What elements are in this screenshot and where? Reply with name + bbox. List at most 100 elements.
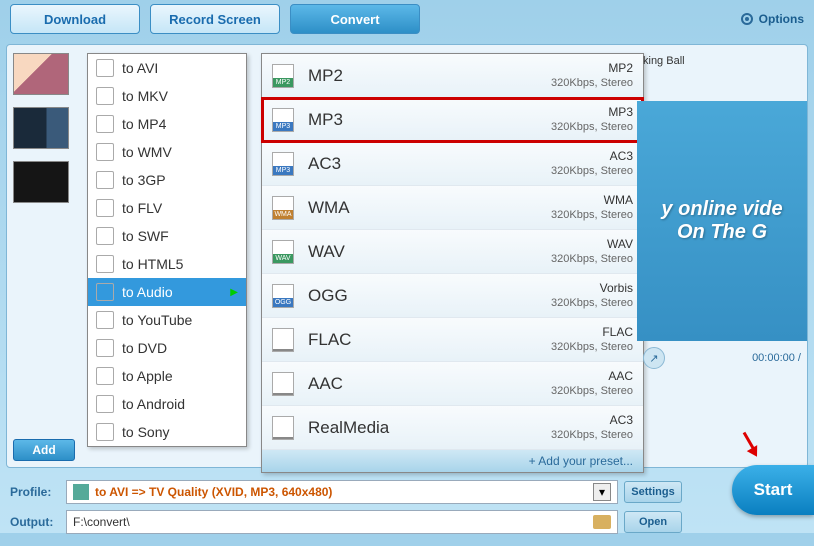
- format-category-item[interactable]: to YouTube: [88, 306, 246, 334]
- format-label: to MP4: [122, 116, 166, 132]
- format-icon: [96, 423, 114, 441]
- format-category-item[interactable]: to Audio ▶: [88, 278, 246, 306]
- audio-format-item[interactable]: AC3AC3320Kbps, Stereo: [262, 142, 643, 186]
- format-label: to Audio: [122, 284, 173, 300]
- file-type-icon: [272, 64, 294, 88]
- add-button[interactable]: Add: [13, 439, 75, 461]
- audio-format-item[interactable]: OGGVorbis320Kbps, Stereo: [262, 274, 643, 318]
- output-field[interactable]: F:\convert\: [66, 510, 618, 534]
- play-button[interactable]: ↗: [643, 347, 665, 369]
- audio-format-item[interactable]: RealMediaAC3320Kbps, Stereo: [262, 406, 643, 450]
- format-icon: [96, 171, 114, 189]
- format-label: to 3GP: [122, 172, 166, 188]
- audio-format-menu: MP2MP2320Kbps, StereoMP3MP3320Kbps, Ster…: [261, 53, 644, 473]
- thumbnail-list: [13, 53, 77, 215]
- tab-convert[interactable]: Convert: [290, 4, 420, 34]
- format-icon: [96, 367, 114, 385]
- format-icon: [96, 283, 114, 301]
- format-category-item[interactable]: to SWF: [88, 222, 246, 250]
- format-category-item[interactable]: to FLV: [88, 194, 246, 222]
- file-type-icon: [272, 152, 294, 176]
- format-name: MP3: [308, 110, 551, 130]
- format-label: to Apple: [122, 368, 173, 384]
- format-label: to HTML5: [122, 256, 183, 272]
- format-icon: [96, 199, 114, 217]
- format-name: WMA: [308, 198, 551, 218]
- format-meta: AAC320Kbps, Stereo: [551, 369, 633, 399]
- output-path: F:\convert\: [73, 515, 130, 529]
- format-label: to SWF: [122, 228, 169, 244]
- profile-icon: [73, 484, 89, 500]
- profile-label: Profile:: [10, 485, 66, 499]
- format-category-item[interactable]: to DVD: [88, 334, 246, 362]
- gear-icon: [739, 11, 755, 27]
- format-icon: [96, 115, 114, 133]
- thumbnail[interactable]: [13, 107, 69, 149]
- format-name: RealMedia: [308, 418, 551, 438]
- format-label: to FLV: [122, 200, 162, 216]
- file-type-icon: [272, 416, 294, 440]
- format-meta: FLAC320Kbps, Stereo: [551, 325, 633, 355]
- format-category-item[interactable]: to AVI: [88, 54, 246, 82]
- format-name: FLAC: [308, 330, 551, 350]
- format-meta: AC3320Kbps, Stereo: [551, 413, 633, 443]
- format-name: MP2: [308, 66, 551, 86]
- tab-record-screen[interactable]: Record Screen: [150, 4, 280, 34]
- audio-format-item[interactable]: MP3MP3320Kbps, Stereo: [262, 98, 643, 142]
- format-meta: WMA320Kbps, Stereo: [551, 193, 633, 223]
- format-meta: MP3320Kbps, Stereo: [551, 105, 633, 135]
- format-name: OGG: [308, 286, 551, 306]
- format-label: to WMV: [122, 144, 172, 160]
- format-meta: MP2320Kbps, Stereo: [551, 61, 633, 91]
- audio-format-item[interactable]: AACAAC320Kbps, Stereo: [262, 362, 643, 406]
- profile-dropdown-icon[interactable]: ▾: [593, 483, 611, 501]
- folder-icon[interactable]: [593, 515, 611, 529]
- thumbnail[interactable]: [13, 161, 69, 203]
- preview-text: On The G: [677, 221, 767, 244]
- options-label: Options: [759, 12, 804, 26]
- format-category-item[interactable]: to 3GP: [88, 166, 246, 194]
- file-type-icon: [272, 240, 294, 264]
- preview-text: y online vide: [661, 198, 782, 221]
- audio-format-item[interactable]: WMAWMA320Kbps, Stereo: [262, 186, 643, 230]
- format-label: to DVD: [122, 340, 167, 356]
- format-icon: [96, 255, 114, 273]
- file-type-icon: [272, 196, 294, 220]
- tab-download[interactable]: Download: [10, 4, 140, 34]
- open-button[interactable]: Open: [624, 511, 682, 533]
- format-icon: [96, 87, 114, 105]
- audio-format-item[interactable]: FLACFLAC320Kbps, Stereo: [262, 318, 643, 362]
- format-category-item[interactable]: to Apple: [88, 362, 246, 390]
- format-meta: AC3320Kbps, Stereo: [551, 149, 633, 179]
- profile-field[interactable]: to AVI => TV Quality (XVID, MP3, 640x480…: [66, 480, 618, 504]
- format-category-item[interactable]: to HTML5: [88, 250, 246, 278]
- arrow-annotation: [734, 431, 764, 461]
- format-icon: [96, 339, 114, 357]
- time-display: 00:00:00 /: [752, 352, 801, 364]
- options-button[interactable]: Options: [739, 11, 804, 27]
- format-category-item[interactable]: to MP4: [88, 110, 246, 138]
- output-label: Output:: [10, 515, 66, 529]
- format-icon: [96, 143, 114, 161]
- thumbnail[interactable]: [13, 53, 69, 95]
- settings-button[interactable]: Settings: [624, 481, 682, 503]
- format-category-item[interactable]: to Sony: [88, 418, 246, 446]
- format-category-item[interactable]: to WMV: [88, 138, 246, 166]
- format-label: to MKV: [122, 88, 168, 104]
- file-type-icon: [272, 108, 294, 132]
- file-type-icon: [272, 372, 294, 396]
- video-title: king Ball: [637, 53, 807, 69]
- format-category-item[interactable]: to Android: [88, 390, 246, 418]
- format-label: to Android: [122, 396, 185, 412]
- start-button[interactable]: Start: [732, 465, 814, 515]
- format-label: to AVI: [122, 60, 158, 76]
- format-name: AC3: [308, 154, 551, 174]
- profile-text: to AVI => TV Quality (XVID, MP3, 640x480…: [95, 485, 593, 499]
- format-meta: Vorbis320Kbps, Stereo: [551, 281, 633, 311]
- submenu-arrow-icon: ▶: [230, 287, 238, 298]
- format-label: to YouTube: [122, 312, 192, 328]
- audio-format-item[interactable]: WAVWAV320Kbps, Stereo: [262, 230, 643, 274]
- audio-format-item[interactable]: MP2MP2320Kbps, Stereo: [262, 54, 643, 98]
- add-preset-button[interactable]: + Add your preset...: [262, 450, 643, 472]
- format-category-item[interactable]: to MKV: [88, 82, 246, 110]
